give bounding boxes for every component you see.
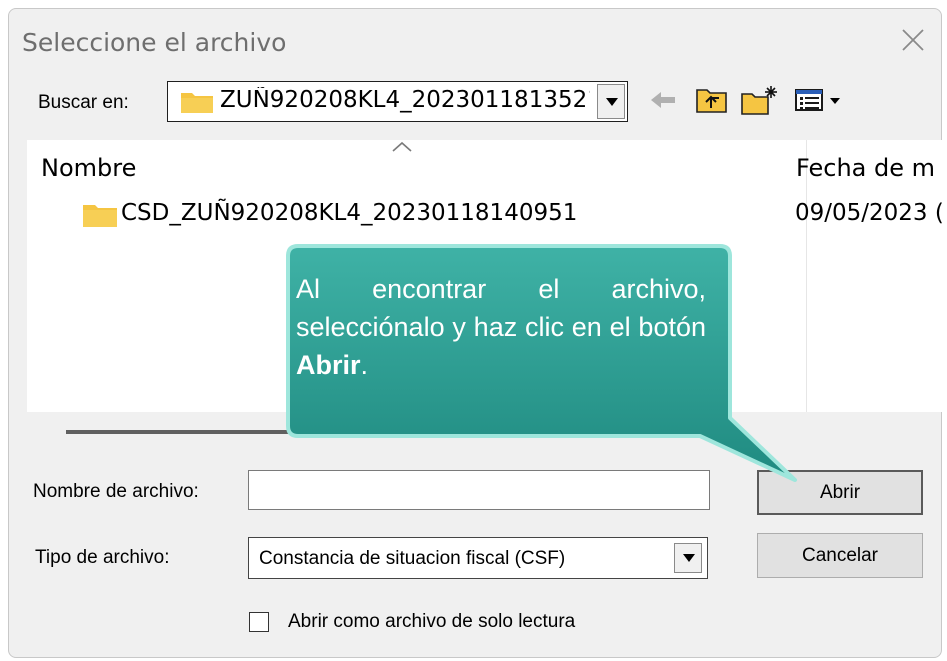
tooltip-text: Al encontrar el archivo, selecciónalo y … (296, 274, 706, 380)
look-in-label: Buscar en: (38, 92, 129, 113)
sort-ascending-icon (392, 141, 412, 152)
column-header-name[interactable]: Nombre (41, 154, 136, 182)
readonly-checkbox[interactable] (249, 612, 269, 632)
new-folder-icon[interactable] (740, 84, 780, 116)
filetype-value: Constancia de situacion fiscal (CSF) (259, 548, 566, 569)
list-item[interactable]: CSD_ZUÑ920208KL4_20230118140951 (77, 196, 767, 232)
open-button[interactable]: Abrir (757, 470, 923, 515)
folder-icon (181, 93, 213, 113)
filename-input[interactable] (248, 470, 710, 510)
close-icon[interactable] (900, 24, 926, 54)
look-in-value: ZUÑ920208KL4_20230118135217 (220, 87, 590, 113)
folder-icon (83, 205, 117, 227)
list-item-date: 09/05/2023 ( (795, 200, 944, 226)
dialog-title: Seleccione el archivo (22, 28, 287, 57)
filetype-dropdown-button[interactable] (674, 543, 702, 573)
up-folder-icon[interactable] (695, 84, 729, 116)
horizontal-scrollbar[interactable] (66, 430, 561, 434)
view-menu-icon[interactable] (793, 84, 851, 116)
list-item-name: CSD_ZUÑ920208KL4_20230118140951 (121, 200, 578, 226)
readonly-label: Abrir como archivo de solo lectura (288, 611, 576, 632)
column-header-date[interactable]: Fecha de m (796, 154, 935, 182)
filename-label: Nombre de archivo: (33, 481, 199, 502)
filetype-select[interactable]: Constancia de situacion fiscal (CSF) (248, 537, 708, 579)
look-in-combobox[interactable]: ZUÑ920208KL4_20230118135217 (167, 81, 628, 122)
back-arrow-icon[interactable] (645, 84, 679, 116)
cancel-button[interactable]: Cancelar (757, 533, 923, 578)
look-in-dropdown-button[interactable] (597, 84, 625, 119)
filetype-label: Tipo de archivo: (35, 547, 170, 568)
